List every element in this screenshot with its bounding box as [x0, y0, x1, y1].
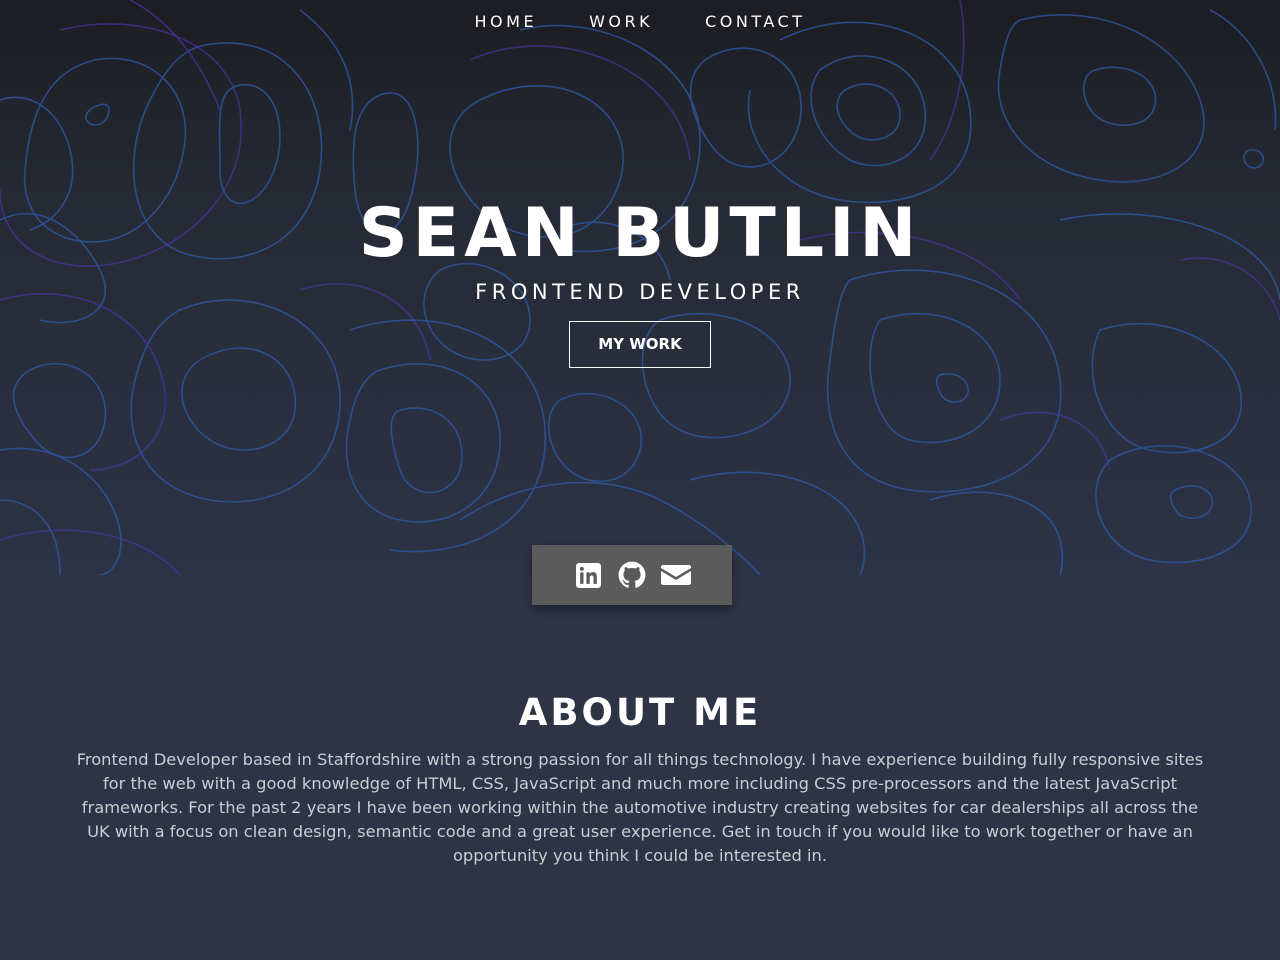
about-title: ABOUT ME	[518, 691, 762, 734]
nav-link-home[interactable]: HOME	[475, 12, 538, 31]
my-work-button[interactable]: MY WORK	[569, 321, 711, 368]
hero-title: SEAN BUTLIN	[358, 194, 922, 273]
nav-link-work[interactable]: WORK	[589, 12, 653, 31]
main-nav: HOME WORK CONTACT	[0, 0, 1280, 42]
linkedin-icon[interactable]	[573, 560, 603, 590]
hero-content: SEAN BUTLIN FRONTEND DEVELOPER MY WORK	[0, 195, 1280, 368]
github-icon[interactable]	[617, 560, 647, 590]
nav-link-contact[interactable]: CONTACT	[705, 12, 805, 31]
envelope-icon[interactable]	[661, 560, 691, 590]
hero-section: HOME WORK CONTACT SEAN BUTLIN FRONTEND D…	[0, 0, 1280, 575]
hero-subtitle: FRONTEND DEVELOPER	[475, 280, 805, 304]
about-text: Frontend Developer based in Staffordshir…	[76, 750, 1204, 865]
social-links	[532, 545, 732, 605]
about-section: ABOUT ME Frontend Developer based in Sta…	[0, 690, 1280, 868]
